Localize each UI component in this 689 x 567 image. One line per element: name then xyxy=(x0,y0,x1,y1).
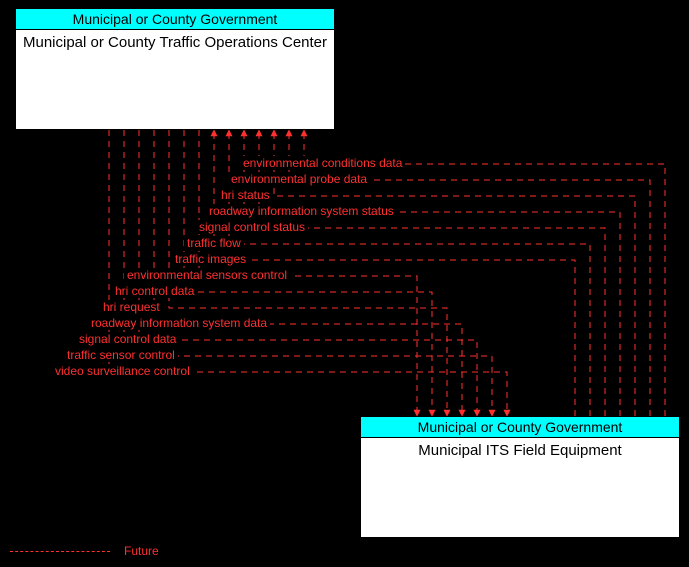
entity-box-its-field-equipment: Municipal or County Government Municipal… xyxy=(360,416,680,538)
flow-label: environmental sensors control xyxy=(124,268,290,282)
diagram-container: environmental conditions data environmen… xyxy=(0,0,689,567)
flow-label: traffic images xyxy=(172,252,249,266)
flow-label: hri status xyxy=(218,188,273,202)
flow-label: environmental conditions data xyxy=(240,156,405,170)
flow-label: traffic sensor control xyxy=(64,348,178,362)
flow-label: roadway information system data xyxy=(88,316,270,330)
flow-label: traffic flow xyxy=(184,236,244,250)
flow-label: hri request xyxy=(100,300,163,314)
flow-label: signal control data xyxy=(76,332,179,346)
entity-owner: Municipal or County Government xyxy=(16,9,334,30)
entity-title: Municipal ITS Field Equipment xyxy=(361,438,679,464)
legend-label: Future xyxy=(124,544,159,558)
legend-line-icon xyxy=(10,551,110,552)
flow-label: hri control data xyxy=(112,284,197,298)
flow-label: roadway information system status xyxy=(206,204,397,218)
legend: Future xyxy=(10,544,159,558)
entity-box-traffic-ops-center: Municipal or County Government Municipal… xyxy=(15,8,335,130)
entity-owner: Municipal or County Government xyxy=(361,417,679,438)
entity-title: Municipal or County Traffic Operations C… xyxy=(16,30,334,56)
flow-label: video surveillance control xyxy=(52,364,193,378)
flow-label: environmental probe data xyxy=(228,172,370,186)
flow-label: signal control status xyxy=(196,220,308,234)
